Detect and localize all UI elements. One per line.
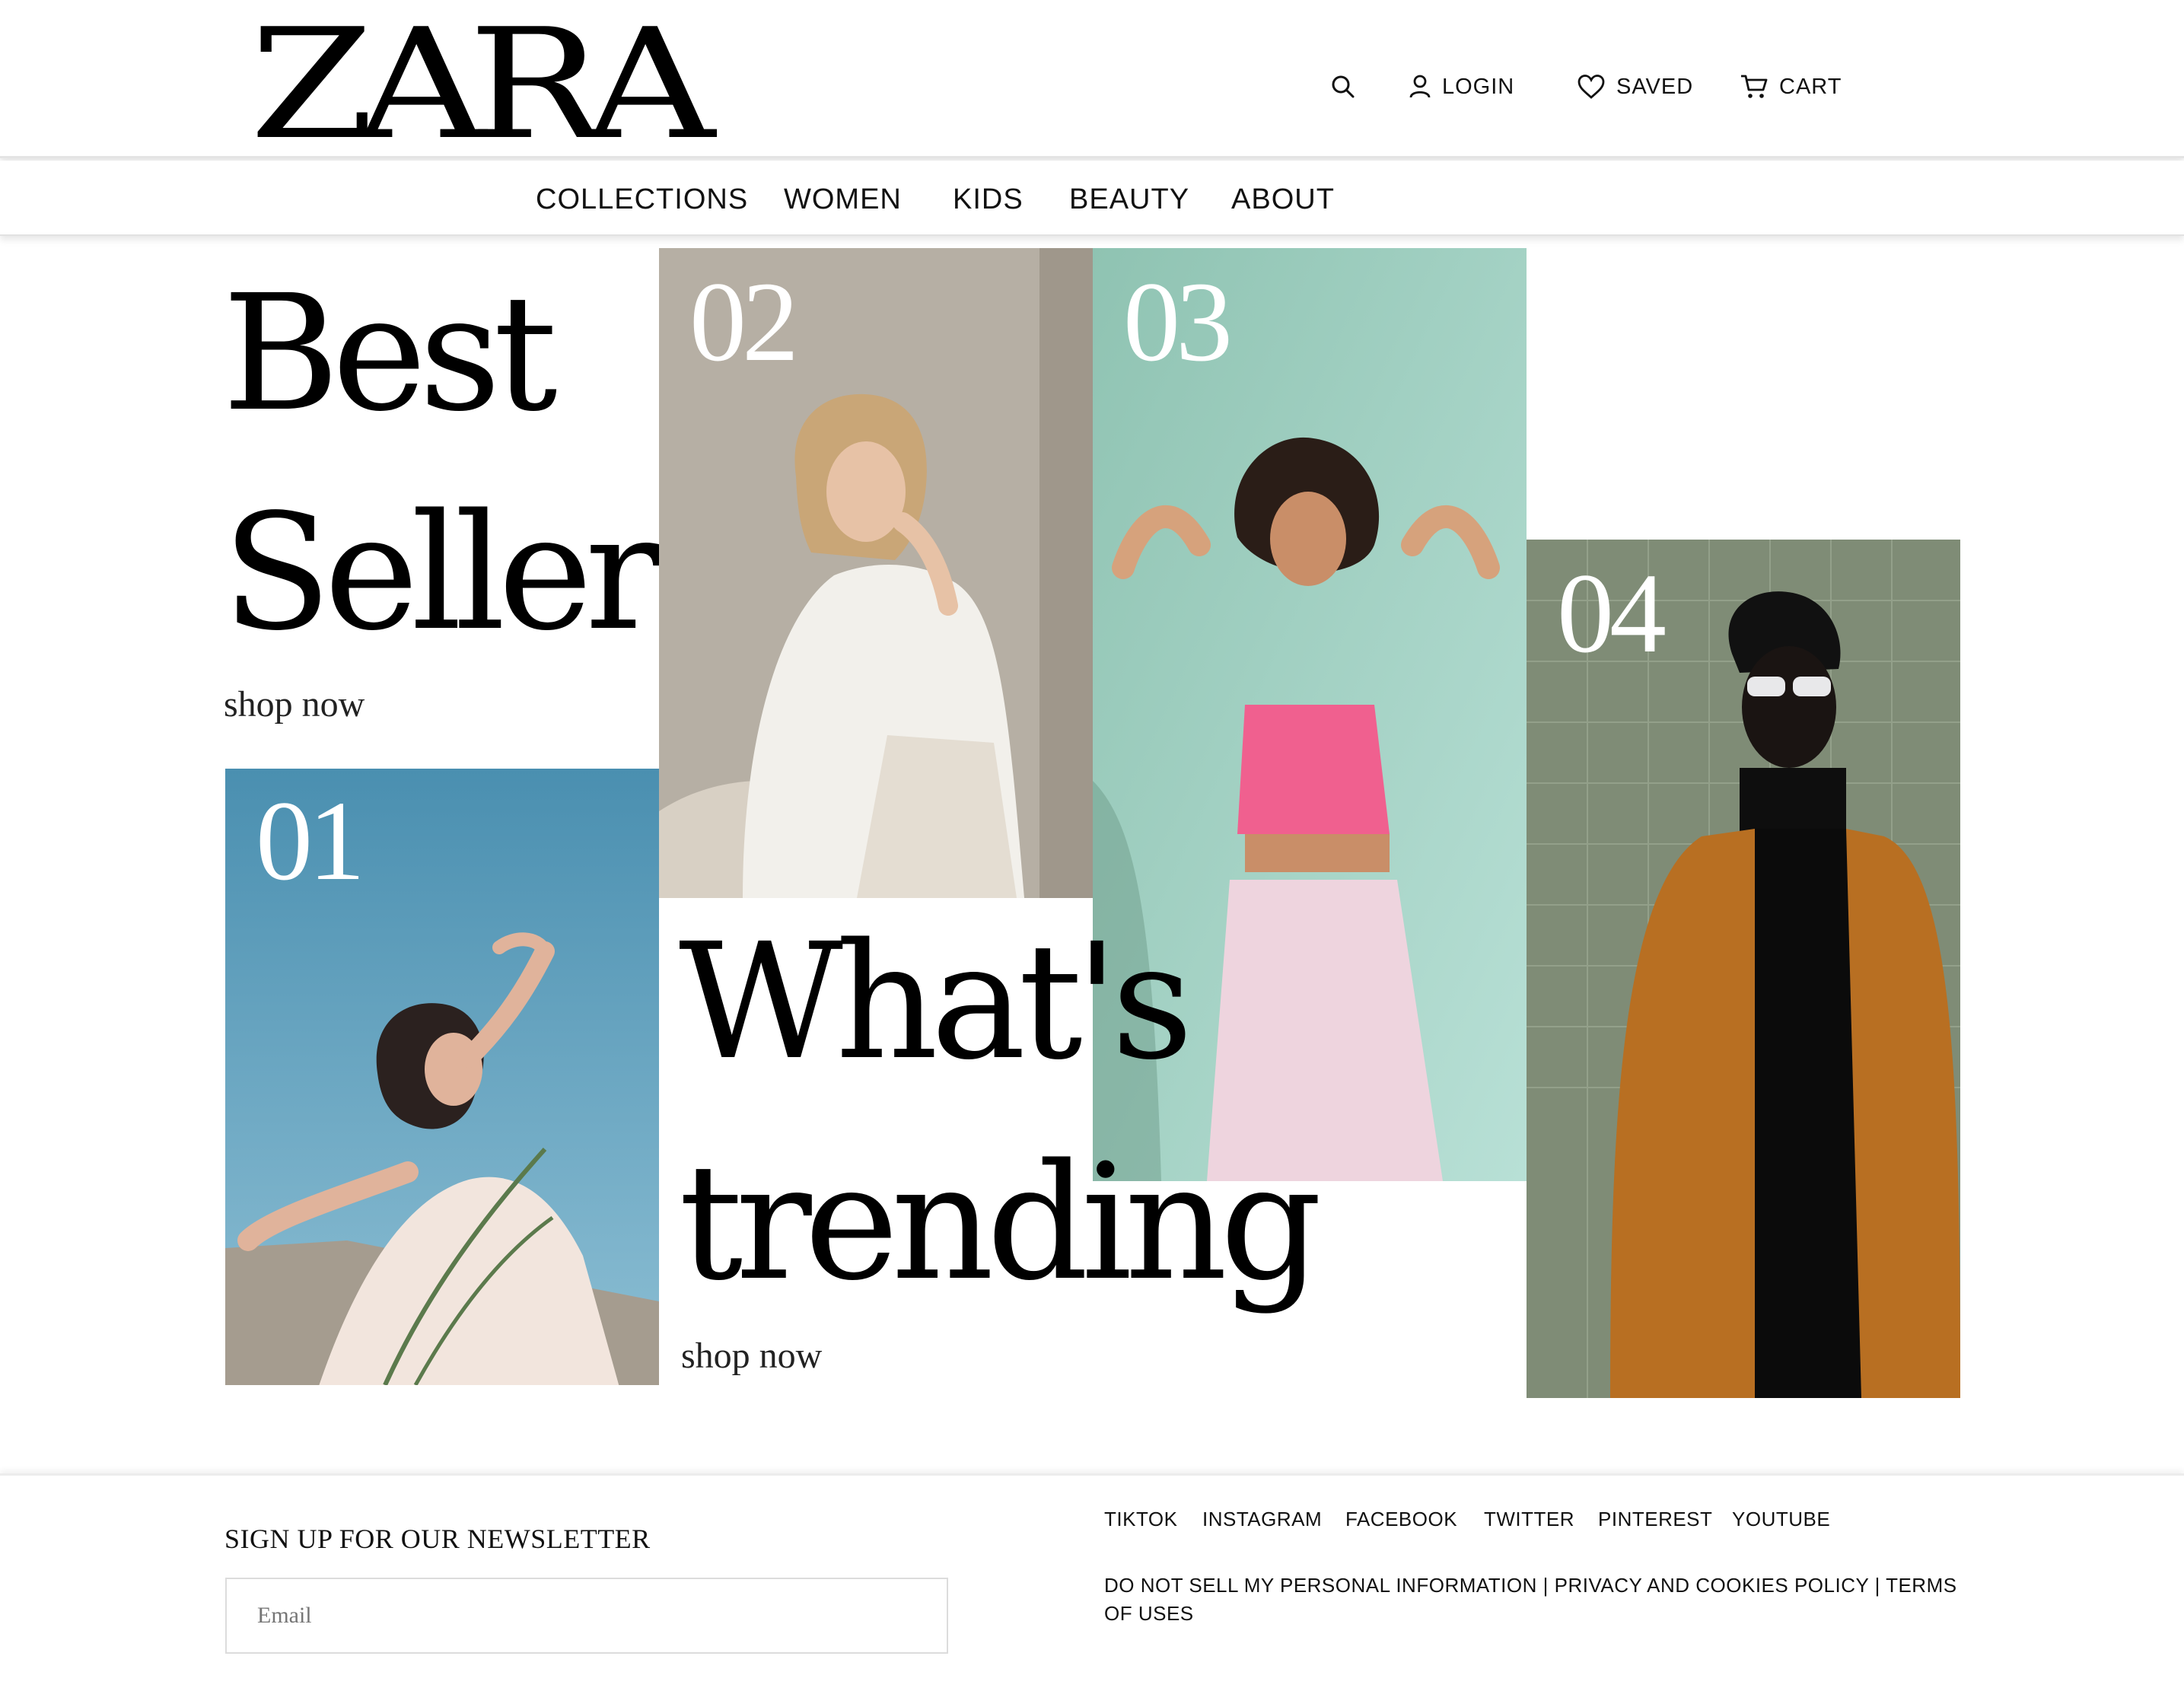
panel-number-03: 03 (1123, 259, 1233, 385)
photo-panel-01[interactable]: 01 (225, 769, 659, 1385)
search-button[interactable] (1330, 70, 1356, 104)
nav-item-kids[interactable]: KIDS (953, 183, 1024, 216)
site-footer: SIGN UP FOR OUR NEWSLETTER TIKTOK INSTAG… (0, 1473, 2184, 1707)
social-link-pinterest[interactable]: PINTEREST (1598, 1508, 1712, 1531)
email-input[interactable] (225, 1578, 948, 1654)
user-icon (1409, 75, 1431, 98)
main-nav: COLLECTIONS WOMEN KIDS BEAUTY ABOUT (0, 161, 2184, 236)
panel-number-01: 01 (256, 778, 365, 904)
social-link-instagram[interactable]: INSTAGRAM (1202, 1508, 1322, 1531)
trending-shop-now-link[interactable]: shop now (681, 1335, 822, 1377)
photo-panel-04[interactable]: 04 (1527, 540, 1960, 1398)
search-icon (1332, 75, 1355, 98)
best-sellers-heading-line1: Best (222, 260, 558, 447)
trending-heading-line2: trending (679, 1129, 1323, 1316)
heart-icon (1578, 75, 1605, 99)
newsletter-title: SIGN UP FOR OUR NEWSLETTER (224, 1524, 651, 1554)
social-link-twitter[interactable]: TWITTER (1484, 1508, 1574, 1531)
saved-label: SAVED (1616, 74, 1694, 99)
login-button[interactable]: LOGIN (1409, 70, 1514, 104)
trending-heading-line1: What's (679, 909, 1193, 1095)
social-link-youtube[interactable]: YOUTUBE (1732, 1508, 1830, 1531)
cart-label: CART (1779, 74, 1842, 99)
best-sellers-shop-now-link[interactable]: shop now (224, 683, 365, 725)
cart-icon (1741, 75, 1768, 98)
best-sellers-heading-line2: Sellers (222, 479, 736, 666)
nav-item-beauty[interactable]: BEAUTY (1069, 183, 1189, 216)
zara-logo[interactable]: ZARA (250, 9, 715, 161)
cart-button[interactable]: CART (1740, 70, 1842, 104)
legal-links[interactable]: DO NOT SELL MY PERSONAL INFORMATION | PR… (1104, 1572, 1964, 1628)
social-link-tiktok[interactable]: TIKTOK (1104, 1508, 1177, 1531)
nav-item-about[interactable]: ABOUT (1231, 183, 1335, 216)
panel-number-02: 02 (689, 259, 799, 385)
nav-item-collections[interactable]: COLLECTIONS (536, 183, 748, 216)
login-label: LOGIN (1442, 74, 1515, 99)
photo-panel-02[interactable]: 02 (659, 248, 1093, 898)
site-header: ZARA LOGIN SAVED CART (0, 0, 2184, 161)
social-link-facebook[interactable]: FACEBOOK (1345, 1508, 1457, 1531)
saved-button[interactable]: SAVED (1577, 70, 1693, 104)
nav-item-women[interactable]: WOMEN (784, 183, 902, 216)
panel-number-04: 04 (1557, 550, 1667, 677)
